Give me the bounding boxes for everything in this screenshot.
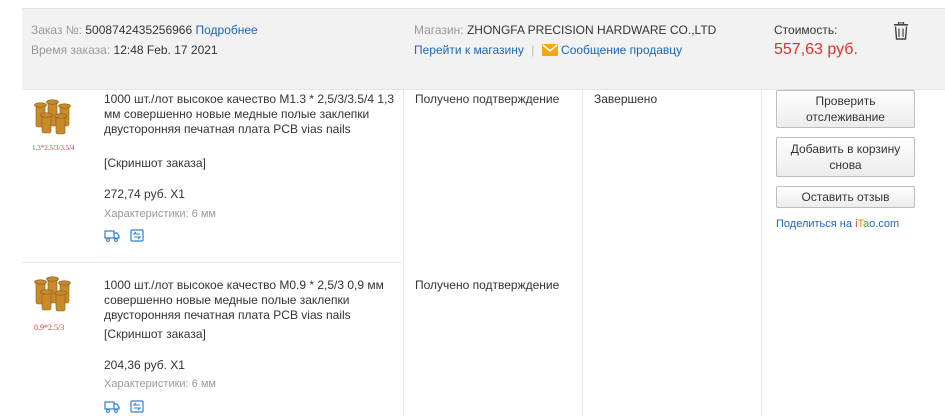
message-seller-link[interactable]: Сообщение продавцу <box>561 43 682 57</box>
item-status: Получено подтверждение <box>415 92 560 106</box>
return-icon[interactable] <box>130 400 144 416</box>
order-header: Заказ №: 5008742435256966 Подробнее Врем… <box>22 8 945 90</box>
item-price: 204,36 руб. X1 <box>104 358 185 372</box>
item-price: 272,74 руб. X1 <box>104 187 185 201</box>
order-details-link[interactable]: Подробнее <box>196 23 258 37</box>
column-divider <box>761 88 762 416</box>
leave-review-button[interactable]: Оставить отзыв <box>776 186 915 208</box>
track-shipment-button[interactable]: Проверить отслеживание <box>776 90 915 128</box>
add-to-cart-again-button[interactable]: Добавить в корзину снова <box>776 137 915 177</box>
order-number-line: Заказ №: 5008742435256966 Подробнее <box>31 23 258 37</box>
item-service-icons <box>104 229 148 243</box>
thumb-caption: 0.9*2.5/3 <box>34 323 64 332</box>
cost-label: Стоимость: <box>774 23 838 37</box>
shop-name: ZHONGFA PRECISION HARDWARE CO.,LTD <box>466 23 717 37</box>
delivery-icon[interactable] <box>104 400 120 416</box>
shop-links: Перейти к магазину | Сообщение продавцу <box>414 43 682 59</box>
order-number: 5008742435256966 <box>85 23 193 37</box>
share-on-itao-link[interactable]: Поделиться на iTao.com <box>776 218 899 230</box>
order-time: 12:48 Feb. 17 2021 <box>113 43 218 57</box>
item-divider <box>22 262 402 263</box>
goto-shop-link[interactable]: Перейти к магазину <box>414 43 524 57</box>
shop-line: Магазин: ZHONGFA PRECISION HARDWARE CO.,… <box>414 23 716 37</box>
order-number-label: Заказ №: <box>31 23 83 37</box>
product-thumbnail[interactable]: 1.3*2.5/3/3.5/4 <box>30 93 82 155</box>
product-thumbnail[interactable]: 0.9*2.5/3 <box>30 270 82 332</box>
product-title[interactable]: 1000 шт./лот высокое качество M0.9 * 2,5… <box>104 278 398 323</box>
order-time-label: Время заказа: <box>31 43 111 57</box>
delivery-icon[interactable] <box>104 229 120 245</box>
column-divider <box>582 88 583 416</box>
shop-label: Магазин: <box>414 23 464 37</box>
trash-icon[interactable] <box>893 21 909 40</box>
item-properties: Характеристики: 6 мм <box>104 208 216 220</box>
return-icon[interactable] <box>130 229 144 245</box>
link-separator: | <box>531 43 535 57</box>
column-divider <box>403 88 404 416</box>
order-cost: 557,63 руб. <box>774 41 858 58</box>
order-snapshot-link[interactable]: [Скриншот заказа] <box>104 327 206 341</box>
item-service-icons <box>104 400 148 414</box>
item-properties: Характеристики: 6 мм <box>104 378 216 390</box>
order-status: Завершено <box>594 92 658 106</box>
thumb-caption: 1.3*2.5/3/3.5/4 <box>32 144 75 152</box>
mail-icon <box>541 44 558 59</box>
order-snapshot-link[interactable]: [Скриншот заказа] <box>104 156 206 170</box>
share-prefix: Поделиться на <box>776 218 852 230</box>
order-time-line: Время заказа: 12:48 Feb. 17 2021 <box>31 43 218 57</box>
product-title[interactable]: 1000 шт./лот высокое качество M1.3 * 2,5… <box>104 92 398 137</box>
share-brand-com: .com <box>875 218 900 230</box>
item-status: Получено подтверждение <box>415 278 560 292</box>
